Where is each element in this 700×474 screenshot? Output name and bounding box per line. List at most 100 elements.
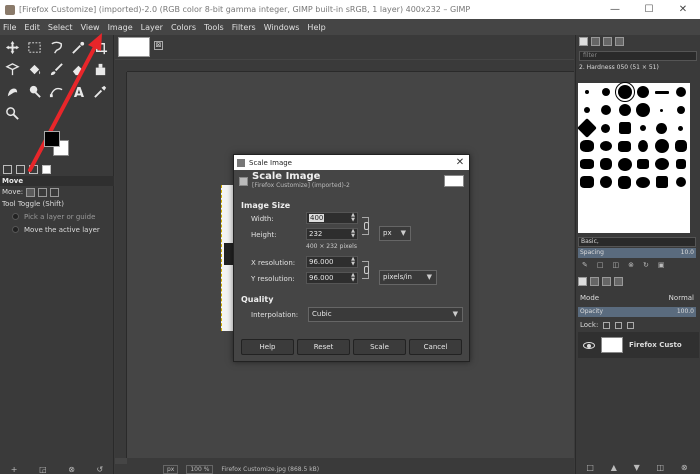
dodge-tool-icon[interactable] (24, 81, 44, 101)
restore-options-icon[interactable]: ◲ (39, 465, 47, 474)
menu-layer[interactable]: Layer (141, 23, 163, 32)
raise-layer-icon[interactable]: ▲ (611, 463, 617, 473)
brush-swatch[interactable] (675, 159, 686, 169)
brush-swatch[interactable] (580, 159, 595, 169)
menu-image[interactable]: Image (108, 23, 133, 32)
brush-swatch[interactable] (675, 177, 686, 187)
paths-tool-icon[interactable] (46, 81, 66, 101)
brush-swatch[interactable] (618, 140, 632, 152)
dialog-close-button[interactable]: ✕ (451, 157, 469, 168)
text-tool-icon[interactable]: A (68, 81, 88, 101)
spacing-slider[interactable]: Spacing 10.0 (578, 248, 696, 258)
resolution-unit-select[interactable]: pixels/in ▼ (379, 270, 437, 285)
clone-tool-icon[interactable] (90, 59, 110, 79)
brush-swatch[interactable] (618, 175, 632, 189)
brush-swatch[interactable] (618, 122, 631, 134)
brush-swatch[interactable] (580, 176, 595, 188)
ruler-corner[interactable] (115, 60, 127, 72)
opacity-slider[interactable]: Opacity 100.0 (578, 307, 696, 317)
brush-swatch[interactable] (676, 106, 685, 114)
menu-view[interactable]: View (81, 23, 100, 32)
bucket-fill-tool-icon[interactable] (24, 59, 44, 79)
color-picker-tool-icon[interactable] (90, 81, 110, 101)
size-unit-select[interactable]: px ▼ (379, 226, 411, 241)
device-status-tab-icon[interactable] (16, 164, 25, 174)
new-layer-icon[interactable]: □ (586, 463, 594, 473)
brush-swatch[interactable] (599, 141, 612, 151)
brush-swatch[interactable] (640, 125, 647, 131)
menu-filters[interactable]: Filters (232, 23, 256, 32)
maximize-button[interactable]: ☐ (632, 4, 666, 15)
layer-row[interactable]: Firefox Custo (578, 332, 699, 358)
move-selection-mode-icon[interactable] (38, 187, 48, 197)
brushes-tab-icon[interactable] (579, 37, 588, 46)
visibility-eye-icon[interactable] (583, 341, 595, 349)
brush-swatch[interactable] (617, 157, 632, 171)
brush-swatch[interactable] (601, 123, 611, 133)
yres-input[interactable]: 96.000 ▲ ▼ (306, 272, 358, 284)
brush-swatch[interactable] (599, 176, 612, 188)
free-select-tool-icon[interactable] (46, 37, 66, 57)
duplicate-brush-icon[interactable]: ◫ (613, 261, 620, 271)
brush-swatch[interactable] (601, 88, 610, 96)
lock-pixels-icon[interactable] (603, 321, 611, 329)
fonts-tab-icon[interactable] (603, 37, 612, 46)
channels-tab-icon[interactable] (590, 277, 599, 286)
brush-grid[interactable] (577, 82, 690, 233)
width-input[interactable]: 400 ▲ ▼ (306, 212, 358, 224)
zoom-select[interactable]: 100 % (186, 464, 214, 474)
duplicate-layer-icon[interactable]: ◫ (657, 463, 665, 473)
undo-history-tab-icon[interactable] (29, 164, 38, 174)
radio-move-active-layer[interactable]: Move the active layer (0, 223, 114, 236)
image-tab-thumbnail[interactable] (118, 37, 150, 57)
transform-tool-icon[interactable] (2, 59, 22, 79)
move-layer-mode-icon[interactable] (26, 187, 36, 197)
radio-pick-layer[interactable]: Pick a layer or guide (0, 210, 114, 223)
close-window-button[interactable]: ✕ (666, 4, 700, 15)
horizontal-ruler[interactable] (127, 60, 574, 72)
brush-swatch[interactable] (655, 176, 668, 188)
zoom-tool-icon[interactable] (2, 103, 22, 123)
brush-swatch[interactable] (585, 90, 590, 94)
scale-button[interactable]: Scale (353, 339, 406, 355)
brush-swatch[interactable] (660, 108, 664, 112)
edit-brush-icon[interactable]: ✎ (582, 261, 588, 271)
help-button[interactable]: Help (241, 339, 294, 355)
lock-position-icon[interactable] (615, 321, 623, 329)
yres-spin-arrows[interactable]: ▲ ▼ (351, 273, 355, 283)
lock-alpha-icon[interactable] (627, 321, 635, 329)
menu-windows[interactable]: Windows (264, 23, 300, 32)
resolution-chain-link-icon[interactable] (362, 261, 369, 279)
minimize-button[interactable]: — (598, 4, 632, 15)
brush-swatch[interactable] (584, 107, 591, 113)
foreground-color-swatch[interactable] (44, 131, 60, 147)
brush-swatch[interactable] (638, 140, 649, 152)
brush-swatch[interactable] (580, 140, 595, 152)
interpolation-select[interactable]: Cubic ▼ (308, 307, 463, 322)
cancel-button[interactable]: Cancel (409, 339, 462, 355)
brush-swatch[interactable] (656, 122, 668, 134)
lower-layer-icon[interactable]: ▼ (634, 463, 640, 473)
height-input[interactable]: 232 ▲ ▼ (306, 228, 358, 240)
crop-tool-icon[interactable] (90, 37, 110, 57)
menu-tools[interactable]: Tools (204, 23, 224, 32)
delete-layer-icon[interactable]: ⊗ (681, 463, 688, 473)
save-options-icon[interactable]: + (11, 465, 18, 474)
delete-options-icon[interactable]: ⊗ (68, 465, 75, 474)
layers-tab-icon[interactable] (578, 277, 587, 286)
menu-colors[interactable]: Colors (171, 23, 196, 32)
image-tab-close-icon[interactable]: ⊠ (154, 41, 163, 50)
mode-select[interactable]: Normal (669, 294, 694, 302)
xres-input[interactable]: 96.000 ▲ ▼ (306, 256, 358, 268)
rect-select-tool-icon[interactable] (24, 37, 44, 57)
height-spin-arrows[interactable]: ▲ ▼ (351, 229, 355, 239)
move-tool-icon[interactable] (2, 37, 22, 57)
brush-swatch[interactable] (636, 103, 651, 117)
brush-swatch[interactable] (577, 118, 598, 138)
delete-brush-icon[interactable]: ⊗ (628, 261, 634, 271)
menu-file[interactable]: File (3, 23, 16, 32)
brush-swatch[interactable] (654, 90, 669, 94)
fg-bg-colors[interactable] (44, 131, 74, 161)
reset-button[interactable]: Reset (297, 339, 350, 355)
patterns-tab-icon[interactable] (591, 37, 600, 46)
